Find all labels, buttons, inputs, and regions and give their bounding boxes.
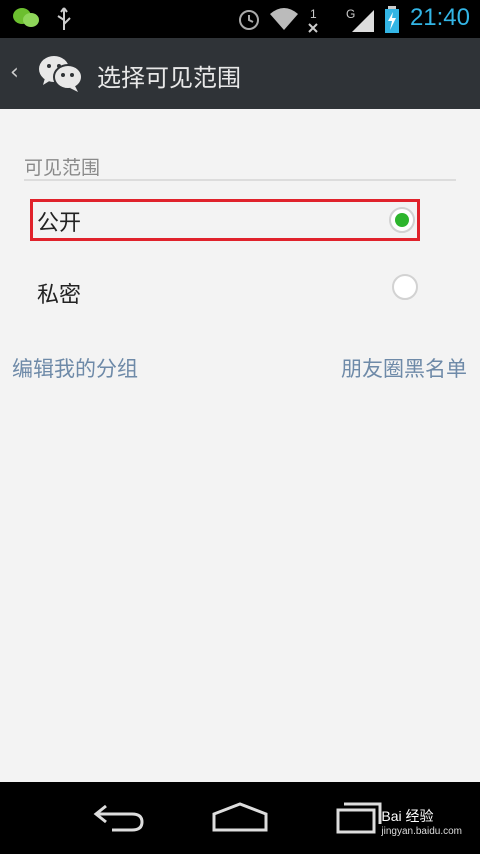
navigation-bar: Bai 经验 jingyan.baidu.com [0,782,480,854]
radio-selected-dot [395,213,409,227]
section-title: 可见范围 [24,157,101,179]
watermark-url: jingyan.baidu.com [381,826,462,837]
clock: 21:40 [409,4,470,31]
option-public-label: 公开 [37,211,82,236]
title-bar: ‹ 选择可见范围 [0,38,480,109]
network-type-label: G [346,7,355,21]
battery-charging-icon [384,6,400,38]
home-nav-icon[interactable] [210,800,270,840]
watermark-text: Bai 经验 [381,808,434,824]
wechat-icon [12,6,40,34]
option-private[interactable]: 私密 [30,271,420,313]
radio-private[interactable] [392,274,418,300]
edit-groups-link[interactable]: 编辑我的分组 [12,353,138,383]
blacklist-link[interactable]: 朋友圈黑名单 [341,353,467,383]
section-divider [24,179,456,181]
option-public[interactable]: 公开 [30,199,420,241]
no-signal-icon: 1 [306,6,322,38]
radio-public[interactable] [389,207,415,233]
option-private-label: 私密 [37,283,82,308]
watermark: Bai 经验 jingyan.baidu.com [381,806,462,837]
wechat-logo-icon [37,52,85,98]
page-title: 选择可见范围 [97,64,241,92]
svg-text:1: 1 [310,7,317,21]
recent-apps-nav-icon[interactable] [334,800,384,840]
visibility-settings-panel: 可见范围 公开 私密 编辑我的分组 朋友圈黑名单 [0,109,480,782]
back-nav-icon[interactable] [92,800,148,840]
status-bar: 1 G 21:40 [0,0,480,38]
alarm-icon [236,6,262,36]
back-button[interactable]: ‹ [10,60,19,85]
signal-icon: G [346,6,378,38]
usb-icon [54,6,74,36]
wifi-icon [268,6,300,36]
